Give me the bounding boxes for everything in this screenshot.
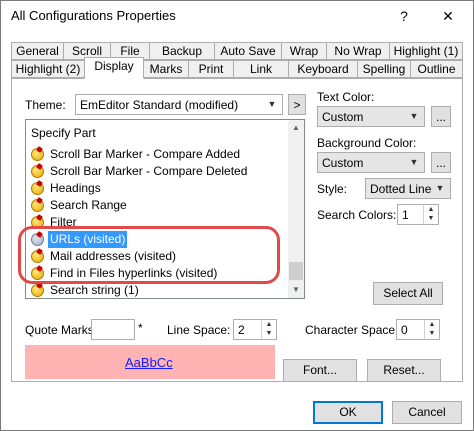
- reset-button[interactable]: Reset...: [367, 359, 441, 382]
- chevron-down-icon: ▼: [409, 157, 419, 167]
- character-space-spinner[interactable]: 0 ▲ ▼: [396, 319, 440, 340]
- annotation-highlight-box: [18, 226, 280, 284]
- line-space-value: 2: [238, 323, 245, 337]
- chevron-down-icon: ▼: [435, 183, 445, 193]
- character-space-value: 0: [401, 323, 408, 337]
- scroll-up-icon[interactable]: ▲: [288, 120, 304, 136]
- line-space-spinner[interactable]: 2 ▲ ▼: [233, 319, 277, 340]
- tab-print[interactable]: Print: [188, 60, 234, 78]
- theme-value: EmEditor Standard (modified): [80, 98, 239, 112]
- character-space-label: Character Space:: [305, 323, 399, 337]
- color-item-icon: [31, 284, 44, 297]
- theme-label: Theme:: [25, 98, 66, 112]
- spin-up-icon[interactable]: ▲: [425, 320, 439, 329]
- spinner-arrows[interactable]: ▲ ▼: [423, 205, 438, 224]
- color-item-icon: [31, 148, 44, 161]
- spin-down-icon[interactable]: ▼: [425, 329, 439, 338]
- text-color-select[interactable]: Custom ▼: [317, 106, 425, 127]
- chevron-down-icon: ▼: [267, 99, 277, 109]
- help-button[interactable]: ?: [389, 5, 419, 27]
- tab-highlight-2[interactable]: Highlight (2): [11, 60, 85, 78]
- color-item-icon: [31, 182, 44, 195]
- properties-dialog: All Configurations Properties ? ✕ Genera…: [0, 0, 474, 431]
- spin-up-icon[interactable]: ▲: [424, 205, 438, 214]
- tab-auto-save[interactable]: Auto Save: [214, 42, 282, 60]
- ok-button[interactable]: OK: [313, 401, 383, 424]
- search-colors-spinner[interactable]: 1 ▲ ▼: [397, 204, 439, 225]
- tab-wrap[interactable]: Wrap: [281, 42, 327, 60]
- line-space-label: Line Space:: [167, 323, 231, 337]
- tab-link[interactable]: Link: [233, 60, 289, 78]
- tab-general[interactable]: General: [11, 42, 64, 60]
- text-color-label: Text Color:: [317, 90, 375, 104]
- close-button[interactable]: ✕: [433, 5, 463, 27]
- tab-backup[interactable]: Backup: [149, 42, 215, 60]
- tab-highlight-1[interactable]: Highlight (1): [389, 42, 463, 60]
- font-preview: AaBbCc: [25, 345, 275, 379]
- text-color-value: Custom: [322, 110, 364, 124]
- spinner-arrows[interactable]: ▲ ▼: [261, 320, 276, 339]
- theme-select[interactable]: EmEditor Standard (modified) ▼: [75, 94, 283, 115]
- cancel-button[interactable]: Cancel: [392, 401, 462, 424]
- theme-menu-button[interactable]: >: [288, 94, 306, 115]
- background-color-value: Custom: [322, 156, 364, 170]
- select-all-button[interactable]: Select All: [373, 282, 443, 305]
- style-select[interactable]: Dotted Line ▼: [365, 178, 451, 199]
- text-color-more-button[interactable]: ...: [431, 106, 451, 127]
- color-item-icon: [31, 199, 44, 212]
- style-value: Dotted Line: [370, 182, 432, 196]
- list-scrollbar[interactable]: ▲ ▼: [288, 120, 304, 298]
- spin-down-icon[interactable]: ▼: [262, 329, 276, 338]
- style-label: Style:: [317, 182, 348, 196]
- preview-text: AaBbCc: [125, 355, 173, 370]
- spinner-arrows[interactable]: ▲ ▼: [424, 320, 439, 339]
- spin-up-icon[interactable]: ▲: [262, 320, 276, 329]
- specify-part-header: Specify Part: [31, 126, 96, 140]
- title-bar: All Configurations Properties ? ✕: [1, 1, 473, 31]
- quote-marks-input[interactable]: [91, 319, 135, 340]
- spin-down-icon[interactable]: ▼: [424, 214, 438, 223]
- window-title: All Configurations Properties: [11, 8, 176, 23]
- tab-spelling[interactable]: Spelling: [357, 60, 411, 78]
- tab-outline[interactable]: Outline: [410, 60, 463, 78]
- background-color-select[interactable]: Custom ▼: [317, 152, 425, 173]
- font-button[interactable]: Font...: [283, 359, 357, 382]
- search-colors-value: 1: [402, 208, 409, 222]
- tab-no-wrap[interactable]: No Wrap: [326, 42, 390, 60]
- quote-marks-label: Quote Marks:: [25, 323, 98, 337]
- scroll-thumb[interactable]: [289, 262, 303, 280]
- tab-display[interactable]: Display: [84, 57, 144, 79]
- tab-marks[interactable]: Marks: [143, 60, 189, 78]
- color-item-icon: [31, 165, 44, 178]
- background-color-more-button[interactable]: ...: [431, 152, 451, 173]
- tab-keyboard[interactable]: Keyboard: [288, 60, 358, 78]
- search-colors-label: Search Colors:: [317, 208, 397, 222]
- background-color-label: Background Color:: [317, 136, 417, 150]
- chevron-down-icon: ▼: [409, 111, 419, 121]
- scroll-down-icon[interactable]: ▼: [288, 282, 304, 298]
- quote-marks-suffix: *: [138, 321, 143, 335]
